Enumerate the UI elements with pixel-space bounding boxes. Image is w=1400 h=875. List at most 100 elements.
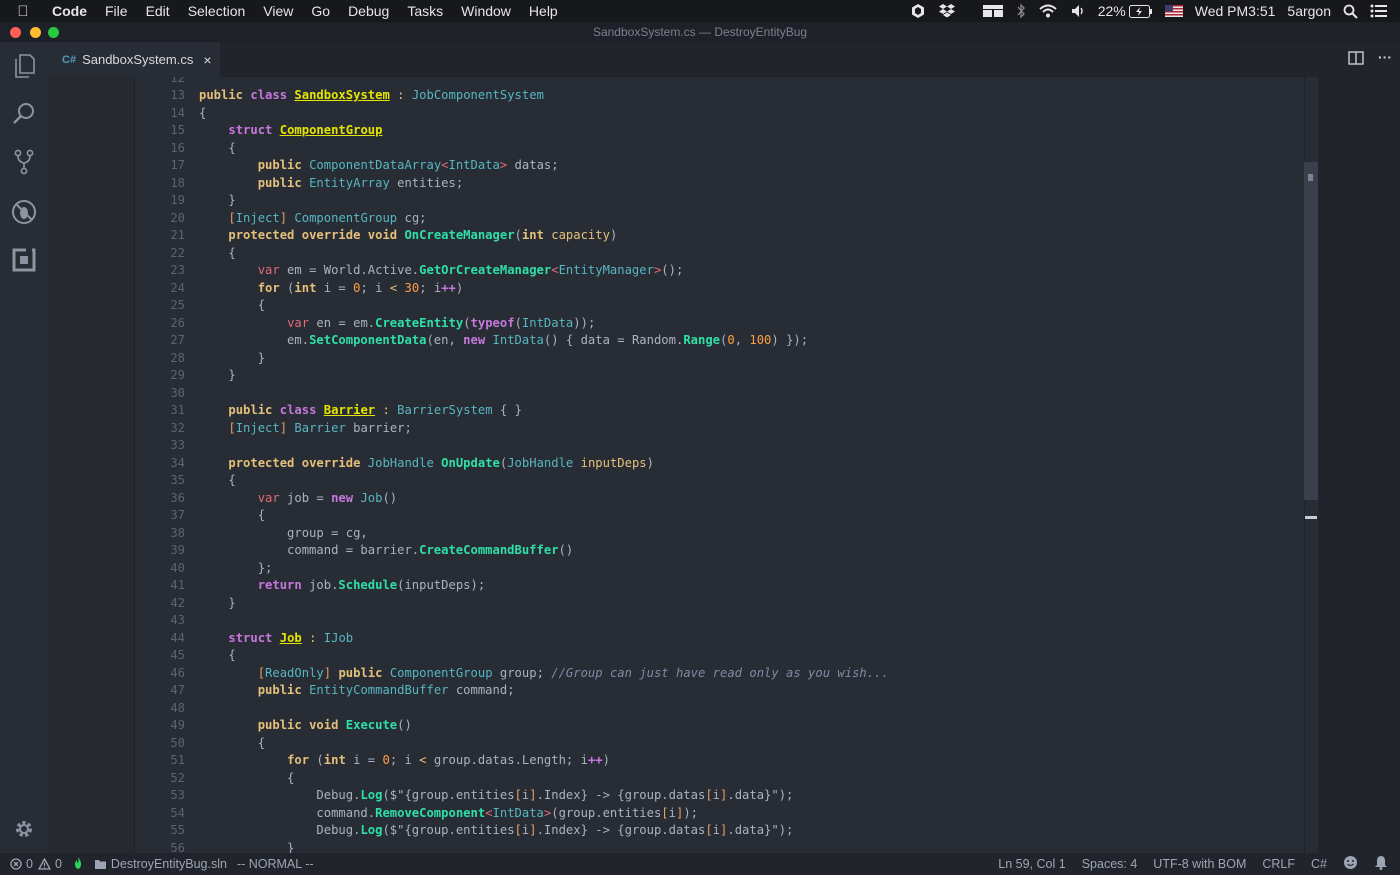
notification-center-icon[interactable] xyxy=(1370,4,1388,18)
unity-icon[interactable] xyxy=(910,3,926,19)
code-line[interactable]: 17 public ComponentDataArray<IntData> da… xyxy=(135,157,1304,175)
indentation[interactable]: Spaces: 4 xyxy=(1082,857,1138,871)
solution-selector[interactable]: DestroyEntityBug.sln xyxy=(94,857,227,871)
wifi-icon[interactable] xyxy=(1038,3,1058,19)
input-source-flag-icon[interactable] xyxy=(1164,5,1183,17)
extensions-icon[interactable] xyxy=(10,246,38,274)
code-line[interactable]: 34 protected override JobHandle OnUpdate… xyxy=(135,455,1304,473)
code-line[interactable]: 27 em.SetComponentData(en, new IntData()… xyxy=(135,332,1304,350)
bluetooth-icon[interactable] xyxy=(1016,3,1026,19)
clock[interactable]: Wed PM3:51 xyxy=(1195,3,1276,19)
code-line[interactable]: 46 [ReadOnly] public ComponentGroup grou… xyxy=(135,665,1304,683)
scrollbar-thumb[interactable] xyxy=(1304,162,1318,500)
split-editor-icon[interactable] xyxy=(1348,51,1364,70)
line-endings[interactable]: CRLF xyxy=(1262,857,1295,871)
menu-debug[interactable]: Debug xyxy=(339,3,398,19)
line-number: 12 xyxy=(170,77,185,85)
debug-icon[interactable] xyxy=(10,198,38,226)
menu-edit[interactable]: Edit xyxy=(137,3,179,19)
code-line[interactable]: 18 public EntityArray entities; xyxy=(135,175,1304,193)
line-number: 20 xyxy=(170,210,185,225)
notifications-bell-icon[interactable] xyxy=(1374,855,1388,873)
close-tab-icon[interactable]: × xyxy=(203,52,211,68)
code-line[interactable]: 33 xyxy=(135,437,1304,455)
code-line[interactable]: 36 var job = new Job() xyxy=(135,490,1304,508)
code-line[interactable]: 42 } xyxy=(135,595,1304,613)
language-mode[interactable]: C# xyxy=(1311,857,1327,871)
code-line[interactable]: 39 command = barrier.CreateCommandBuffer… xyxy=(135,542,1304,560)
code-line[interactable]: 22 { xyxy=(135,245,1304,263)
menu-help[interactable]: Help xyxy=(520,3,567,19)
code-line[interactable]: 47 public EntityCommandBuffer command; xyxy=(135,682,1304,700)
code-line[interactable]: 53 Debug.Log($"{group.entities[i].Index}… xyxy=(135,787,1304,805)
code-line[interactable]: 52 { xyxy=(135,770,1304,788)
code-line[interactable]: 44 struct Job : IJob xyxy=(135,630,1304,648)
code-line[interactable]: 26 var en = em.CreateEntity(typeof(IntDa… xyxy=(135,315,1304,333)
omnisharp-flame-icon[interactable] xyxy=(72,856,84,873)
code-line[interactable]: 24 for (int i = 0; i < 30; i++) xyxy=(135,280,1304,298)
source-control-icon[interactable] xyxy=(10,148,38,176)
code-line[interactable]: 45 { xyxy=(135,647,1304,665)
code-line[interactable]: 56 } xyxy=(135,840,1304,854)
code-line[interactable]: 51 for (int i = 0; i < group.datas.Lengt… xyxy=(135,752,1304,770)
code-area[interactable]: 12 13 public class SandboxSystem : JobComp… xyxy=(135,77,1304,853)
code-line[interactable]: 40 }; xyxy=(135,560,1304,578)
code-line[interactable]: 55 Debug.Log($"{group.entities[i].Index}… xyxy=(135,822,1304,840)
more-actions-icon[interactable]: ··· xyxy=(1378,50,1392,70)
code-line[interactable]: 54 command.RemoveComponent<IntData>(grou… xyxy=(135,805,1304,823)
solution-name: DestroyEntityBug.sln xyxy=(110,857,227,871)
code-line[interactable]: 37 { xyxy=(135,507,1304,525)
editor-tab-strip: C# SandboxSystem.cs × ··· xyxy=(48,42,1400,77)
code-line[interactable]: 41 return job.Schedule(inputDeps); xyxy=(135,577,1304,595)
code-line[interactable]: 19 } xyxy=(135,192,1304,210)
line-number: 55 xyxy=(170,823,185,837)
code-line[interactable]: 50 { xyxy=(135,735,1304,753)
code-line[interactable]: 35 { xyxy=(135,472,1304,490)
menu-file[interactable]: File xyxy=(96,3,137,19)
menu-extra-icon[interactable] xyxy=(982,4,1004,18)
tab-sandboxsystem-cs[interactable]: C# SandboxSystem.cs × xyxy=(48,42,220,77)
menu-view[interactable]: View xyxy=(254,3,302,19)
battery-icon[interactable] xyxy=(1128,4,1153,18)
code-line[interactable]: 38 group = cg, xyxy=(135,525,1304,543)
volume-icon[interactable] xyxy=(1070,3,1086,19)
apple-menu-icon[interactable]:  xyxy=(0,3,46,20)
code-line[interactable]: 31 public class Barrier : BarrierSystem … xyxy=(135,402,1304,420)
file-encoding[interactable]: UTF-8 with BOM xyxy=(1153,857,1246,871)
minimap[interactable] xyxy=(48,77,134,853)
user-name[interactable]: 5argon xyxy=(1287,3,1331,19)
menu-tasks[interactable]: Tasks xyxy=(398,3,452,19)
cursor-position[interactable]: Ln 59, Col 1 xyxy=(998,857,1065,871)
menu-window[interactable]: Window xyxy=(452,3,520,19)
menu-go[interactable]: Go xyxy=(302,3,339,19)
battery-percent[interactable]: 22% xyxy=(1098,3,1126,19)
code-line[interactable]: 21 protected override void OnCreateManag… xyxy=(135,227,1304,245)
code-line[interactable]: 15 struct ComponentGroup xyxy=(135,122,1304,140)
code-line[interactable]: 29 } xyxy=(135,367,1304,385)
code-line[interactable]: 49 public void Execute() xyxy=(135,717,1304,735)
code-line[interactable]: 25 { xyxy=(135,297,1304,315)
code-line[interactable]: 14 { xyxy=(135,105,1304,123)
code-line[interactable]: 12 xyxy=(135,77,1304,87)
code-line[interactable]: 28 } xyxy=(135,350,1304,368)
problems-indicator[interactable]: 0 0 xyxy=(10,857,62,871)
code-line[interactable]: 43 xyxy=(135,612,1304,630)
code-line[interactable]: 32 [Inject] Barrier barrier; xyxy=(135,420,1304,438)
code-line[interactable]: 13 public class SandboxSystem : JobCompon… xyxy=(135,87,1304,105)
code-editor[interactable]: 12 13 public class SandboxSystem : JobComp… xyxy=(48,77,1400,853)
code-line[interactable]: 23 var em = World.Active.GetOrCreateMana… xyxy=(135,262,1304,280)
settings-gear-icon[interactable] xyxy=(10,815,38,843)
code-line[interactable]: 20 [Inject] ComponentGroup cg; xyxy=(135,210,1304,228)
line-text: { xyxy=(199,735,266,750)
feedback-smiley-icon[interactable] xyxy=(1343,855,1358,873)
menu-selection[interactable]: Selection xyxy=(179,3,255,19)
code-line[interactable]: 16 { xyxy=(135,140,1304,158)
dropbox-icon[interactable] xyxy=(938,3,956,19)
spotlight-search-icon[interactable] xyxy=(1343,4,1358,19)
app-menu[interactable]: Code xyxy=(46,3,96,19)
line-number: 16 xyxy=(170,140,185,155)
code-line[interactable]: 48 xyxy=(135,700,1304,718)
code-line[interactable]: 30 xyxy=(135,385,1304,403)
explorer-icon[interactable] xyxy=(10,52,38,80)
search-icon[interactable] xyxy=(10,100,38,128)
